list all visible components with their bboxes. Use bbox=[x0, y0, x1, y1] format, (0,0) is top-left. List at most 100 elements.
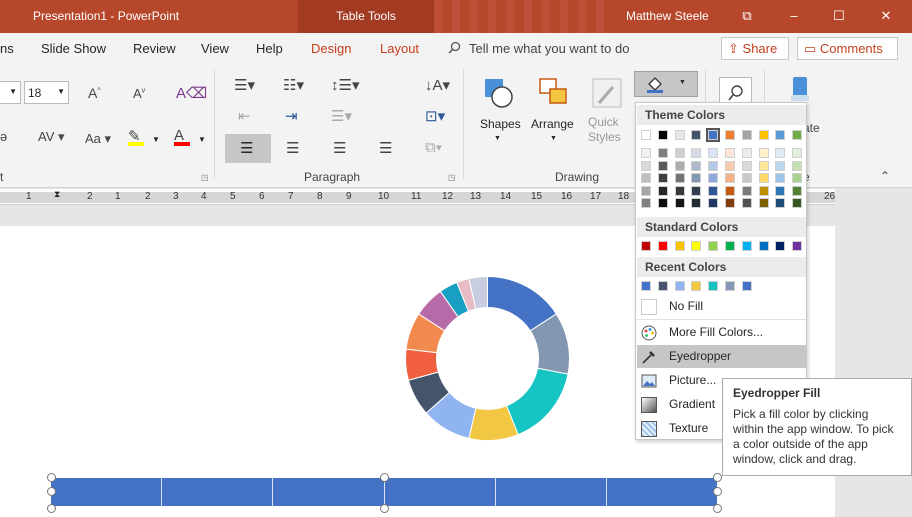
theme-color-swatch[interactable] bbox=[691, 130, 702, 140]
paragraph-dialog-launcher-icon[interactable]: ◳ bbox=[448, 173, 456, 182]
theme-shade-swatch[interactable] bbox=[792, 148, 803, 158]
standard-color-swatch[interactable] bbox=[674, 241, 685, 251]
theme-shade-swatch[interactable] bbox=[708, 148, 719, 158]
clear-formatting-icon[interactable]: A⌫ bbox=[176, 84, 207, 102]
tab-slide-show[interactable]: Slide Show bbox=[41, 41, 106, 56]
table-cell[interactable] bbox=[496, 478, 607, 506]
theme-shade-swatch[interactable] bbox=[657, 198, 668, 208]
eyedropper-item[interactable]: Eyedropper bbox=[637, 345, 806, 368]
theme-shade-swatch[interactable] bbox=[657, 173, 668, 183]
align-text-icon[interactable]: ⊡▾ bbox=[425, 107, 445, 125]
donut-slice[interactable] bbox=[505, 367, 569, 436]
theme-shade-swatch[interactable] bbox=[657, 160, 668, 171]
theme-shade-swatch[interactable] bbox=[758, 148, 769, 158]
minimize-icon[interactable]: – bbox=[784, 7, 804, 25]
indent-marker-icon[interactable]: ⧗ bbox=[54, 189, 60, 200]
theme-shade-swatch[interactable] bbox=[741, 160, 752, 171]
theme-shade-swatch[interactable] bbox=[657, 185, 668, 196]
no-fill-item[interactable]: No Fill bbox=[637, 295, 806, 318]
theme-shade-swatch[interactable] bbox=[674, 160, 685, 171]
increase-indent-icon[interactable]: ⇥ bbox=[285, 107, 298, 125]
collapse-ribbon-icon[interactable]: ⌃ bbox=[880, 169, 890, 183]
theme-shade-swatch[interactable] bbox=[775, 148, 786, 158]
align-right-icon[interactable]: ☰ bbox=[333, 139, 346, 157]
theme-shade-swatch[interactable] bbox=[725, 148, 735, 158]
resize-handle[interactable] bbox=[380, 473, 389, 482]
highlight-color-icon[interactable]: ✎ bbox=[128, 127, 144, 146]
shapes-button[interactable]: Shapes ▼ bbox=[475, 73, 521, 153]
decrease-indent-icon[interactable]: ⇤ bbox=[238, 107, 251, 125]
theme-shade-swatch[interactable] bbox=[641, 160, 651, 171]
font-color-dropdown-icon[interactable]: ▼ bbox=[198, 135, 206, 144]
resize-handle[interactable] bbox=[713, 473, 722, 482]
theme-shade-swatch[interactable] bbox=[792, 198, 803, 208]
tab-review[interactable]: Review bbox=[133, 41, 176, 56]
standard-color-swatch[interactable] bbox=[691, 241, 702, 251]
theme-shade-swatch[interactable] bbox=[741, 148, 752, 158]
recent-color-swatch[interactable] bbox=[691, 281, 702, 291]
theme-shade-swatch[interactable] bbox=[641, 185, 651, 196]
theme-shade-swatch[interactable] bbox=[741, 173, 752, 183]
increase-font-size-icon[interactable]: A^ bbox=[88, 85, 101, 101]
justify-icon[interactable]: ☰ bbox=[379, 139, 392, 157]
change-case-icon[interactable]: Aa ▾ bbox=[85, 131, 111, 147]
highlight-dropdown-icon[interactable]: ▼ bbox=[152, 135, 160, 144]
theme-shade-swatch[interactable] bbox=[741, 198, 752, 208]
theme-color-swatch[interactable] bbox=[657, 130, 668, 140]
standard-color-swatch[interactable] bbox=[775, 241, 786, 251]
resize-handle[interactable] bbox=[380, 504, 389, 513]
theme-shade-swatch[interactable] bbox=[775, 173, 786, 183]
theme-shade-swatch[interactable] bbox=[725, 198, 735, 208]
line-spacing-icon[interactable]: ↕☰▾ bbox=[331, 76, 359, 94]
recent-color-swatch[interactable] bbox=[708, 281, 719, 291]
character-spacing-icon[interactable]: AV ▾ bbox=[38, 129, 65, 145]
theme-shade-swatch[interactable] bbox=[792, 185, 803, 196]
tab-help[interactable]: Help bbox=[256, 41, 283, 56]
font-color-icon[interactable]: A bbox=[174, 127, 190, 146]
theme-shade-swatch[interactable] bbox=[641, 198, 651, 208]
tab-view[interactable]: View bbox=[201, 41, 229, 56]
donut-chart[interactable] bbox=[395, 266, 580, 451]
theme-shade-swatch[interactable] bbox=[758, 198, 769, 208]
standard-color-swatch[interactable] bbox=[758, 241, 769, 251]
quick-styles-button[interactable]: Quick Styles bbox=[585, 73, 629, 153]
resize-handle[interactable] bbox=[713, 487, 722, 496]
theme-shade-swatch[interactable] bbox=[691, 160, 702, 171]
tab-layout[interactable]: Layout bbox=[380, 41, 419, 56]
arrange-button[interactable]: Arrange ▼ bbox=[530, 73, 578, 153]
theme-color-swatch[interactable] bbox=[741, 130, 752, 140]
resize-handle[interactable] bbox=[47, 504, 56, 513]
theme-shade-swatch[interactable] bbox=[741, 185, 752, 196]
theme-shade-swatch[interactable] bbox=[775, 160, 786, 171]
standard-color-swatch[interactable] bbox=[792, 241, 803, 251]
theme-shade-swatch[interactable] bbox=[758, 160, 769, 171]
theme-shade-swatch[interactable] bbox=[674, 198, 685, 208]
theme-color-swatch[interactable] bbox=[725, 130, 735, 140]
theme-shade-swatch[interactable] bbox=[792, 173, 803, 183]
theme-shade-swatch[interactable] bbox=[725, 160, 735, 171]
theme-color-swatch[interactable] bbox=[775, 130, 786, 140]
theme-color-swatch[interactable] bbox=[706, 128, 721, 142]
theme-color-swatch[interactable] bbox=[641, 130, 651, 140]
theme-shade-swatch[interactable] bbox=[775, 185, 786, 196]
standard-color-swatch[interactable] bbox=[657, 241, 668, 251]
smartart-icon[interactable]: ⧉▾ bbox=[425, 139, 442, 156]
font-dialog-launcher-icon[interactable]: ◳ bbox=[201, 173, 209, 182]
theme-shade-swatch[interactable] bbox=[674, 148, 685, 158]
theme-color-swatch[interactable] bbox=[792, 130, 803, 140]
theme-shade-swatch[interactable] bbox=[674, 185, 685, 196]
standard-color-swatch[interactable] bbox=[741, 241, 752, 251]
theme-shade-swatch[interactable] bbox=[657, 148, 668, 158]
bullets-icon[interactable]: ☰▾ bbox=[234, 76, 255, 94]
theme-shade-swatch[interactable] bbox=[708, 160, 719, 171]
decrease-font-size-icon[interactable]: Av bbox=[133, 86, 145, 101]
theme-shade-swatch[interactable] bbox=[725, 173, 735, 183]
recent-color-swatch[interactable] bbox=[657, 281, 668, 291]
font-size-box[interactable]: 18 ▼ bbox=[24, 81, 69, 104]
align-center-icon[interactable]: ☰ bbox=[286, 139, 299, 157]
recent-color-swatch[interactable] bbox=[641, 281, 651, 291]
tab-animations[interactable]: ns bbox=[0, 41, 14, 56]
strikethrough-icon[interactable]: ǝ bbox=[0, 129, 7, 144]
table-cell[interactable] bbox=[273, 478, 385, 506]
recent-color-swatch[interactable] bbox=[725, 281, 735, 291]
